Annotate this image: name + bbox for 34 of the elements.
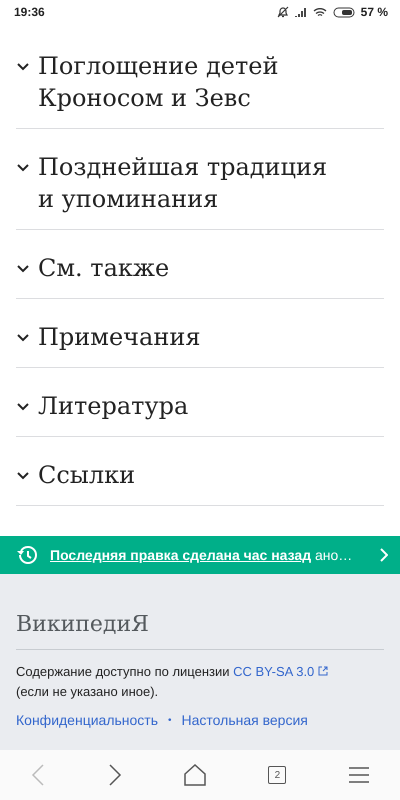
section-heading[interactable]: См. также (38, 252, 170, 284)
wikipedia-wordmark: ВикипедиЯ (16, 612, 384, 650)
battery-icon (332, 6, 355, 18)
external-link-icon (318, 666, 328, 676)
forward-icon (108, 764, 122, 786)
chevron-down-icon (16, 333, 30, 343)
last-edit-text: Последняя правка сделана час назад ано… (50, 547, 354, 563)
home-icon (184, 764, 206, 786)
footer-link[interactable]: Настольная версия (182, 712, 308, 728)
signal-icon (294, 6, 307, 18)
section-heading[interactable]: Литература (38, 390, 188, 422)
wifi-icon (312, 6, 327, 18)
tabs-button[interactable]: 2 (264, 762, 290, 788)
menu-icon (348, 766, 369, 784)
section-heading[interactable]: Ссылки (38, 459, 136, 491)
footer-link[interactable]: Конфиденциальность (16, 712, 158, 728)
tab-count: 2 (268, 766, 286, 784)
chevron-right-icon (380, 548, 388, 562)
license-link[interactable]: CC BY-SA 3.0 (233, 664, 328, 679)
section-heading[interactable]: Поглощение детей Кроносом и Зевс (38, 50, 338, 114)
section-heading[interactable]: Позднейшая традиция и упоминания (38, 151, 338, 215)
separator-dot: • (168, 714, 172, 726)
back-icon (31, 764, 46, 786)
chevron-down-icon (16, 264, 30, 274)
muted-alarm-icon (276, 6, 289, 18)
battery-percent: 57 % (360, 5, 388, 19)
chevron-down-icon (16, 163, 30, 173)
chevron-down-icon (16, 471, 30, 481)
chevron-down-icon (16, 62, 30, 72)
chevron-down-icon (16, 402, 30, 412)
status-time: 19:36 (14, 5, 45, 19)
history-icon (16, 545, 38, 565)
license-text: Содержание доступно по лицензии CC BY-SA 3.0 (если не указано иное). (16, 662, 384, 702)
section-heading[interactable]: Примечания (38, 321, 200, 353)
